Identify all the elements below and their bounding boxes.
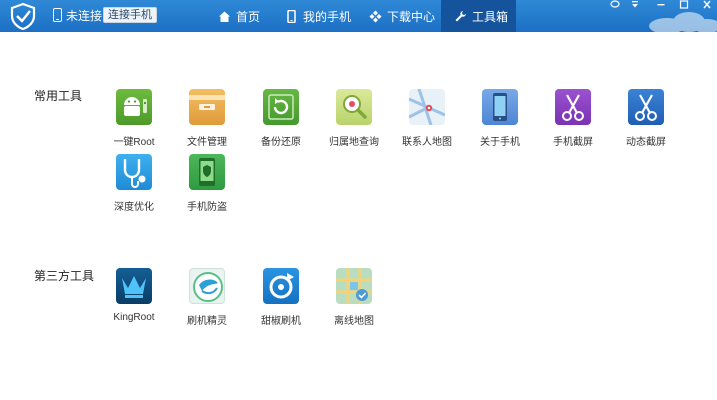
maximize-icon[interactable] xyxy=(675,0,693,10)
tool-label: 离线地图 xyxy=(334,316,374,327)
flash-elf-icon xyxy=(189,268,225,304)
nav-download-center[interactable]: 下载中心 xyxy=(369,0,435,32)
android-root-icon xyxy=(116,89,152,125)
download-diamond-icon xyxy=(369,10,382,22)
wrench-icon xyxy=(455,10,466,21)
tool-sweet-pepper-flash[interactable]: 甜椒刷机 xyxy=(245,268,317,327)
tool-label: 甜椒刷机 xyxy=(261,316,301,327)
common-tools-title: 常用工具 xyxy=(34,89,83,103)
sweet-pepper-icon xyxy=(263,268,299,304)
tool-label: KingRoot xyxy=(113,312,155,323)
tool-backup-restore[interactable]: 备份还原 xyxy=(245,89,317,148)
tool-label: 动态截屏 xyxy=(626,137,666,148)
phone-info-icon xyxy=(482,89,518,125)
nav-home-label: 首页 xyxy=(236,9,261,24)
tool-label: 备份还原 xyxy=(261,137,301,148)
phone-status-icon xyxy=(53,8,62,22)
tool-label: 手机截屏 xyxy=(553,137,593,148)
tool-location-query[interactable]: 归属地查询 xyxy=(318,89,390,148)
tool-dynamic-screenshot[interactable]: 动态截屏 xyxy=(610,89,682,148)
nav-toolbox-label: 工具箱 xyxy=(472,9,509,24)
tool-label: 文件管理 xyxy=(187,137,227,148)
title-bar: 未连接 连接手机 首页 我的手机 下载中心 工具箱 xyxy=(0,0,717,32)
tool-label: 归属地查询 xyxy=(329,137,379,148)
phone-guard-icon xyxy=(189,154,225,190)
cloud-decoration xyxy=(649,12,717,32)
tool-kingroot[interactable]: KingRoot xyxy=(98,268,170,323)
scissors-icon xyxy=(555,89,591,125)
phone-icon xyxy=(287,9,296,23)
nav-toolbox[interactable]: 工具箱 xyxy=(441,0,516,32)
connect-phone-button[interactable]: 连接手机 xyxy=(103,7,157,23)
home-icon xyxy=(219,11,230,22)
tool-screenshot[interactable]: 手机截屏 xyxy=(537,89,609,148)
tool-label: 一键Root xyxy=(113,137,155,148)
feedback-icon[interactable] xyxy=(606,0,624,10)
stethoscope-icon xyxy=(116,154,152,190)
backup-icon xyxy=(263,89,299,125)
nav-download-center-label: 下载中心 xyxy=(387,9,436,24)
tool-flash-elf[interactable]: 刷机精灵 xyxy=(171,268,243,327)
tool-contact-map[interactable]: 联系人地图 xyxy=(391,89,463,148)
offline-map-icon xyxy=(336,268,372,304)
tool-label: 深度优化 xyxy=(114,202,154,213)
tool-deep-optimize[interactable]: 深度优化 xyxy=(98,154,170,213)
tool-file-manager[interactable]: 文件管理 xyxy=(171,89,243,148)
connection-status: 未连接 xyxy=(66,9,103,23)
tool-one-key-root[interactable]: 一键Root xyxy=(98,89,170,148)
nav-my-phone-label: 我的手机 xyxy=(303,9,352,24)
tool-label: 联系人地图 xyxy=(402,137,452,148)
tool-about-phone[interactable]: 关于手机 xyxy=(464,89,536,148)
kingroot-icon xyxy=(116,268,152,304)
close-icon[interactable] xyxy=(698,0,716,10)
tool-label: 刷机精灵 xyxy=(187,316,227,327)
app-logo-icon xyxy=(10,2,36,31)
location-search-icon xyxy=(336,89,372,125)
nav-my-phone[interactable]: 我的手机 xyxy=(285,0,351,32)
menu-icon[interactable] xyxy=(626,0,644,10)
scissors-blue-icon xyxy=(628,89,664,125)
minimize-icon[interactable] xyxy=(652,0,670,10)
tool-label: 关于手机 xyxy=(480,137,520,148)
folder-icon xyxy=(189,89,225,125)
tool-phone-antitheft[interactable]: 手机防盗 xyxy=(171,154,243,213)
tool-offline-map[interactable]: 离线地图 xyxy=(318,268,390,327)
third-party-tools-title: 第三方工具 xyxy=(34,269,95,283)
tool-label: 手机防盗 xyxy=(187,202,227,213)
contact-map-icon xyxy=(409,89,445,125)
nav-home[interactable]: 首页 xyxy=(218,0,260,32)
